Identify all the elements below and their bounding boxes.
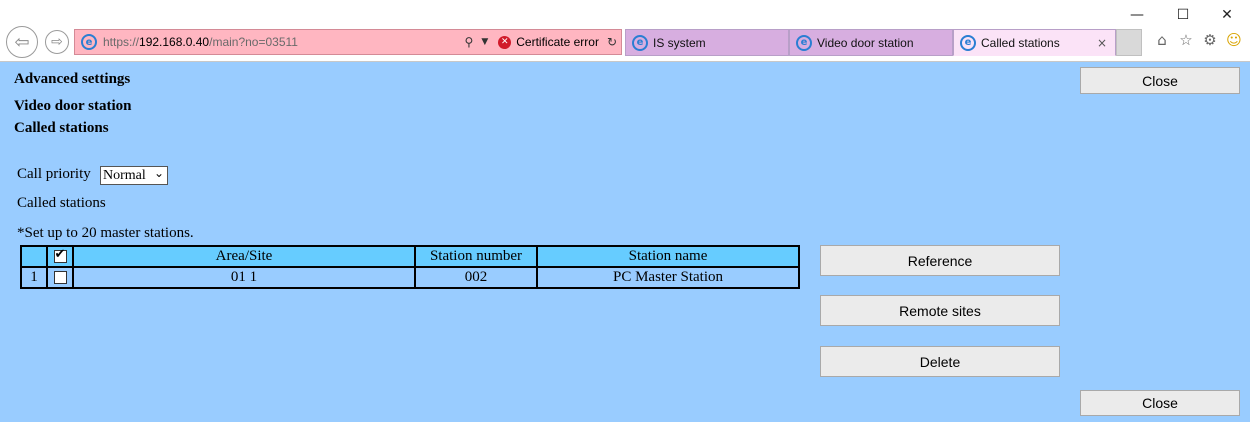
heading-advanced-settings: Advanced settings	[14, 71, 131, 87]
called-stations-table: Area/Site Station number Station name 1 …	[20, 245, 800, 289]
tab-label: Called stations	[981, 35, 1060, 50]
ie-logo-icon: e	[81, 34, 97, 50]
station-name-cell: PC Master Station	[536, 266, 800, 289]
window-close-button[interactable]: ✕	[1216, 4, 1238, 26]
forward-button[interactable]: ⇨	[45, 30, 69, 54]
select-all-header[interactable]	[46, 245, 74, 268]
url-prefix: https://	[103, 35, 140, 49]
tab-is-system[interactable]: e IS system	[625, 29, 789, 56]
row-index: 1	[20, 266, 48, 289]
row-checkbox[interactable]	[53, 271, 67, 285]
new-tab-button[interactable]	[1116, 29, 1142, 56]
ie-logo-icon: e	[632, 34, 648, 51]
row-select-cell[interactable]	[46, 266, 74, 289]
page-title: Called stations	[14, 120, 109, 136]
address-bar[interactable]: e https:// 192.168.0.40 /main?no=03511 ⚲…	[74, 29, 622, 55]
certificate-error-icon[interactable]: ✕	[498, 35, 512, 49]
favorites-star-icon[interactable]: ☆	[1176, 30, 1196, 50]
reference-button[interactable]: Reference	[820, 245, 1060, 276]
chevron-down-icon: ⌄	[153, 166, 164, 180]
maximize-button[interactable]: ☐	[1172, 4, 1194, 26]
station-number-header: Station number	[414, 245, 538, 268]
minimize-button[interactable]: —	[1126, 4, 1148, 26]
tab-close-icon[interactable]: ×	[1097, 36, 1107, 50]
call-priority-label: Call priority	[17, 166, 91, 182]
url-host: 192.168.0.40	[139, 35, 210, 49]
tab-called-stations[interactable]: e Called stations ×	[953, 29, 1116, 56]
station-number-cell: 002	[414, 266, 538, 289]
home-icon[interactable]: ⌂	[1152, 30, 1172, 50]
station-name-header: Station name	[536, 245, 800, 268]
forward-arrow-icon: ⇨	[51, 34, 63, 50]
dropdown-arrow-icon[interactable]: ▼	[481, 37, 488, 47]
certificate-error-label[interactable]: Certificate error	[516, 35, 599, 49]
delete-button[interactable]: Delete	[820, 346, 1060, 377]
close-button-top[interactable]: Close	[1080, 67, 1240, 94]
call-priority-value: Normal	[103, 167, 146, 183]
table-row[interactable]: 1 01 1 002 PC Master Station	[20, 266, 800, 289]
ie-logo-icon: e	[960, 34, 976, 51]
settings-gear-icon[interactable]: ⚙	[1200, 30, 1220, 50]
area-site-header: Area/Site	[72, 245, 416, 268]
call-priority-select[interactable]: Normal ⌄	[100, 166, 168, 185]
area-site-cell: 01 1	[72, 266, 416, 289]
tab-video-door-station[interactable]: e Video door station	[789, 29, 953, 56]
back-button[interactable]: ⇦	[6, 26, 38, 58]
note-text: *Set up to 20 master stations.	[17, 225, 194, 241]
heading-video-door-station: Video door station	[14, 98, 132, 114]
close-button-bottom[interactable]: Close	[1080, 390, 1240, 416]
table-header-row: Area/Site Station number Station name	[20, 245, 800, 268]
called-stations-label: Called stations	[17, 195, 106, 211]
search-icon[interactable]: ⚲	[465, 35, 474, 49]
tab-label: Video door station	[817, 35, 914, 50]
ie-logo-icon: e	[796, 34, 812, 51]
index-column-header	[20, 245, 48, 268]
smiley-feedback-icon[interactable]: ☺	[1224, 30, 1244, 50]
back-arrow-icon: ⇦	[14, 31, 30, 53]
tab-label: IS system	[653, 35, 706, 50]
url-path: /main?no=03511	[209, 35, 298, 49]
browser-chrome: — ☐ ✕ ⇦ ⇨ e https:// 192.168.0.40 /main?…	[0, 0, 1250, 62]
select-all-checkbox[interactable]	[53, 247, 67, 264]
remote-sites-button[interactable]: Remote sites	[820, 295, 1060, 326]
refresh-icon[interactable]: ↻	[607, 35, 617, 49]
